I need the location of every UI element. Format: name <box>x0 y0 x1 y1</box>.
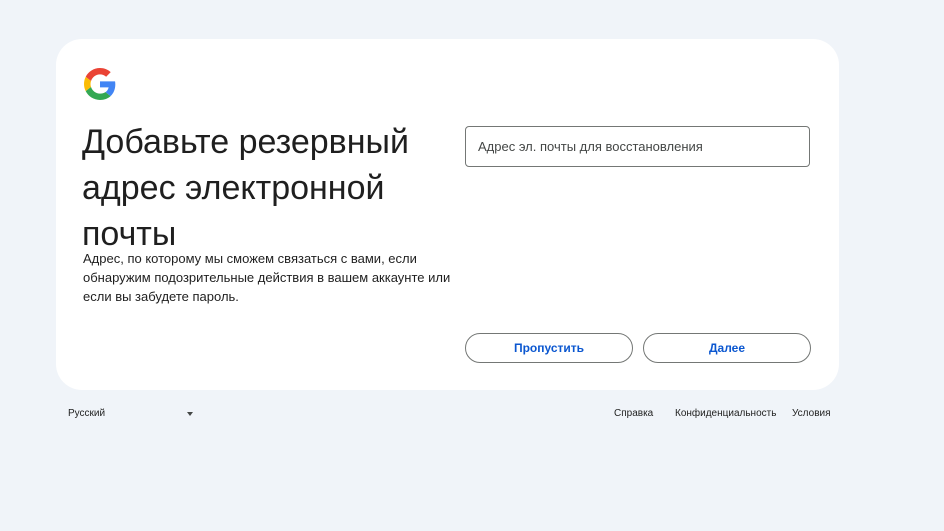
help-link[interactable]: Справка <box>614 404 653 424</box>
language-select-label: Русский <box>68 408 106 419</box>
page-title: Добавьте резервный адрес электронной поч… <box>82 123 409 253</box>
privacy-link[interactable]: Конфиденциальность <box>675 404 776 424</box>
signin-card: Добавьте резервный адрес электронной поч… <box>56 39 839 390</box>
terms-link[interactable]: Условия <box>792 404 831 424</box>
page-description: Адрес, по которому мы сможем связаться с… <box>83 251 451 304</box>
google-logo-icon <box>84 68 116 100</box>
next-button[interactable]: Далее <box>643 333 811 363</box>
recovery-email-field[interactable] <box>465 126 810 167</box>
chevron-down-icon <box>187 412 193 416</box>
skip-button[interactable]: Пропустить <box>465 333 633 363</box>
recovery-email-input[interactable] <box>466 127 809 166</box>
footer: Русский Справка Конфиденциальность Услов… <box>0 404 944 424</box>
language-select[interactable]: Русский <box>68 404 196 424</box>
